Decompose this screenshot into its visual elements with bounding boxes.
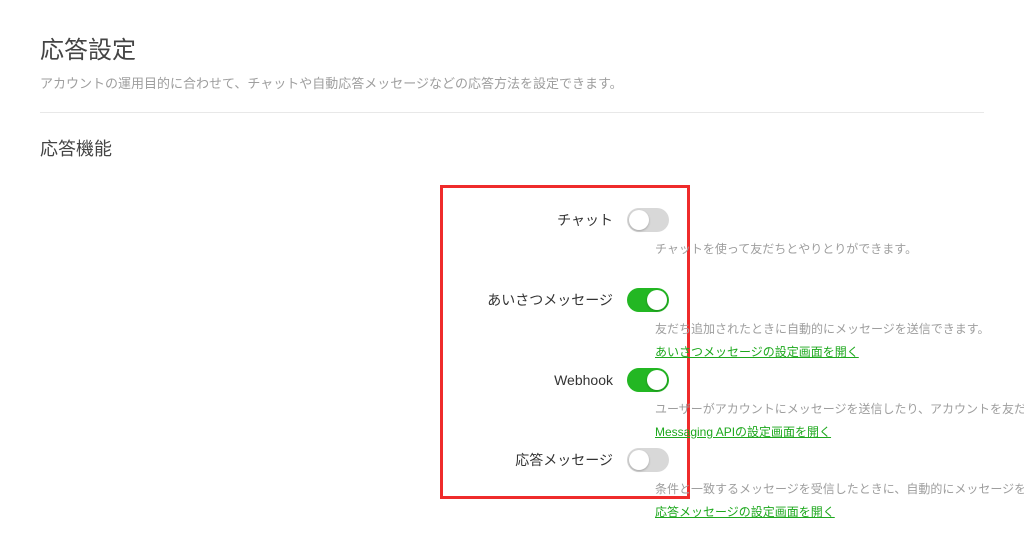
setting-desc-greeting: 友だち追加されたときに自動的にメッセージを送信できます。 あいさつメッセージの設… bbox=[655, 320, 1024, 360]
setting-desc-text: ユーザーがアカウントにメッセージを送信したり、アカウントを友だ bbox=[655, 400, 1024, 417]
page-subtitle: アカウントの運用目的に合わせて、チャットや自動応答メッセージなどの応答方法を設定… bbox=[40, 73, 984, 92]
setting-link-greeting[interactable]: あいさつメッセージの設定画面を開く bbox=[655, 345, 859, 359]
setting-row-chat: チャット チャットを使って友だちとやりとりができます。 bbox=[461, 208, 669, 232]
setting-desc-webhook: ユーザーがアカウントにメッセージを送信したり、アカウントを友だ Messagin… bbox=[655, 400, 1024, 440]
setting-label-greeting: あいさつメッセージ bbox=[461, 290, 613, 310]
toggle-autoreply[interactable] bbox=[627, 448, 669, 472]
setting-link-autoreply[interactable]: 応答メッセージの設定画面を開く bbox=[655, 505, 835, 519]
page-title: 応答設定 bbox=[40, 30, 984, 65]
setting-row-webhook: Webhook ユーザーがアカウントにメッセージを送信したり、アカウントを友だ … bbox=[461, 368, 669, 392]
settings-highlight-box: チャット チャットを使って友だちとやりとりができます。 あいさつメッセージ 友だ… bbox=[440, 185, 690, 499]
setting-desc-autoreply: 条件と一致するメッセージを受信したときに、自動的にメッセージを 応答メッセージの… bbox=[655, 480, 1024, 520]
toggle-knob bbox=[647, 370, 667, 390]
toggle-chat[interactable] bbox=[627, 208, 669, 232]
toggle-knob bbox=[629, 210, 649, 230]
setting-row-greeting: あいさつメッセージ 友だち追加されたときに自動的にメッセージを送信できます。 あ… bbox=[461, 288, 669, 312]
toggle-greeting[interactable] bbox=[627, 288, 669, 312]
toggle-knob bbox=[647, 290, 667, 310]
setting-label-chat: チャット bbox=[461, 210, 613, 230]
setting-desc-text: 条件と一致するメッセージを受信したときに、自動的にメッセージを bbox=[655, 480, 1024, 497]
toggle-knob bbox=[629, 450, 649, 470]
toggle-webhook[interactable] bbox=[627, 368, 669, 392]
setting-desc-text: チャットを使って友だちとやりとりができます。 bbox=[655, 240, 1024, 257]
setting-desc-text: 友だち追加されたときに自動的にメッセージを送信できます。 bbox=[655, 320, 1024, 337]
setting-link-webhook[interactable]: Messaging APIの設定画面を開く bbox=[655, 425, 831, 439]
divider bbox=[40, 112, 984, 113]
section-title: 応答機能 bbox=[40, 135, 984, 161]
setting-desc-chat: チャットを使って友だちとやりとりができます。 bbox=[655, 240, 1024, 263]
setting-row-autoreply: 応答メッセージ 条件と一致するメッセージを受信したときに、自動的にメッセージを … bbox=[461, 448, 669, 472]
setting-label-autoreply: 応答メッセージ bbox=[461, 450, 613, 470]
setting-label-webhook: Webhook bbox=[461, 372, 613, 388]
